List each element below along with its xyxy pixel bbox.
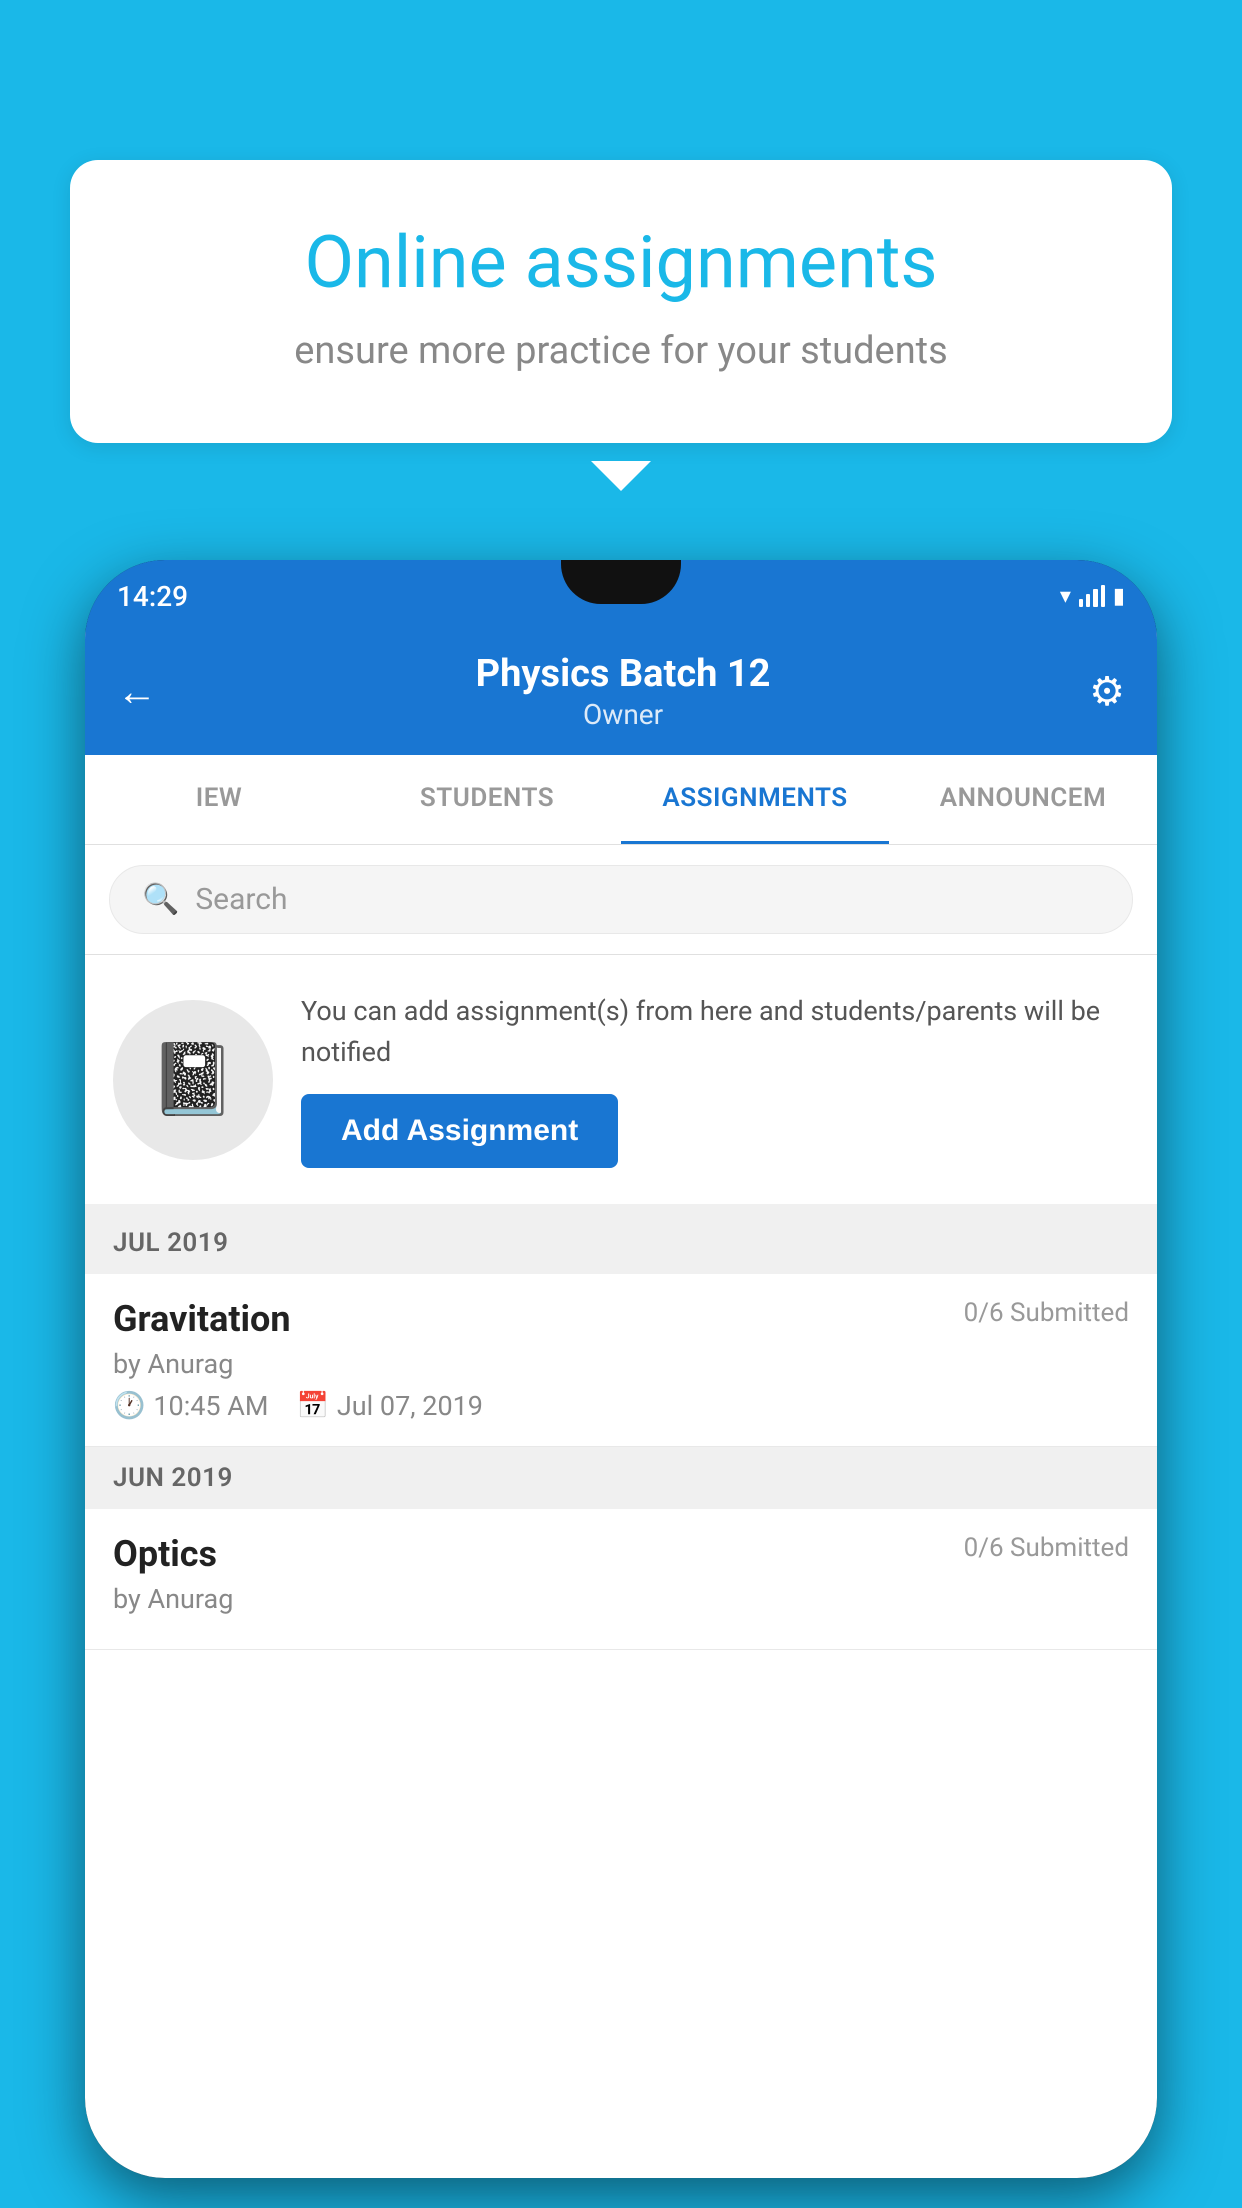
search-icon: 🔍 [142, 882, 179, 917]
assignment-item-gravitation[interactable]: Gravitation 0/6 Submitted by Anurag 🕐 10… [85, 1274, 1157, 1447]
gear-icon[interactable]: ⚙ [1089, 668, 1125, 715]
assignment-top-row-optics: Optics 0/6 Submitted [113, 1533, 1129, 1575]
speech-bubble: Online assignments ensure more practice … [70, 160, 1172, 443]
assignment-meta-gravitation: 🕐 10:45 AM 📅 Jul 07, 2019 [113, 1390, 1129, 1422]
promo-icon-circle: 📓 [113, 1000, 273, 1160]
app-header: ← Physics Batch 12 Owner ⚙ [85, 632, 1157, 755]
calendar-icon: 📅 [297, 1391, 329, 1421]
assignment-icon: 📓 [149, 1039, 236, 1121]
wifi-icon: ▾ [1060, 584, 1071, 609]
date-value-gravitation: Jul 07, 2019 [337, 1390, 483, 1422]
time-value-gravitation: 10:45 AM [153, 1390, 268, 1422]
clock-icon: 🕐 [113, 1391, 145, 1421]
tabs-container: IEW STUDENTS ASSIGNMENTS ANNOUNCEM [85, 755, 1157, 845]
status-bar: 14:29 ▾ ▮ [85, 560, 1157, 632]
assignment-author-optics: by Anurag [113, 1583, 1129, 1615]
tab-assignments[interactable]: ASSIGNMENTS [621, 755, 889, 844]
assignment-time-gravitation: 🕐 10:45 AM [113, 1390, 269, 1422]
assignment-title-optics: Optics [113, 1533, 217, 1575]
tab-iew[interactable]: IEW [85, 755, 353, 844]
speech-bubble-container: Online assignments ensure more practice … [70, 160, 1172, 443]
promo-section: 📓 You can add assignment(s) from here an… [85, 955, 1157, 1212]
phone-screen: ← Physics Batch 12 Owner ⚙ IEW STUDENTS … [85, 632, 1157, 2178]
status-time: 14:29 [117, 580, 188, 613]
assignment-author-gravitation: by Anurag [113, 1348, 1129, 1380]
assignment-submitted-gravitation: 0/6 Submitted [964, 1298, 1129, 1328]
assignment-date-gravitation: 📅 Jul 07, 2019 [297, 1390, 483, 1422]
battery-icon: ▮ [1113, 584, 1125, 609]
phone-frame: 14:29 ▾ ▮ ← Physics Batch 12 Owner ⚙ [85, 560, 1157, 2178]
back-button[interactable]: ← [117, 668, 157, 715]
signal-icon [1079, 585, 1105, 607]
assignment-submitted-optics: 0/6 Submitted [964, 1533, 1129, 1563]
header-subtitle: Owner [476, 698, 771, 731]
status-icons: ▾ ▮ [1060, 584, 1125, 609]
search-bar[interactable]: 🔍 Search [109, 865, 1133, 934]
assignment-title-gravitation: Gravitation [113, 1298, 291, 1340]
phone-notch [561, 560, 681, 604]
tab-students[interactable]: STUDENTS [353, 755, 621, 844]
tab-announcements[interactable]: ANNOUNCEM [889, 755, 1157, 844]
assignment-top-row: Gravitation 0/6 Submitted [113, 1298, 1129, 1340]
add-assignment-button[interactable]: Add Assignment [301, 1094, 618, 1168]
header-center: Physics Batch 12 Owner [476, 652, 771, 731]
assignment-item-optics[interactable]: Optics 0/6 Submitted by Anurag [85, 1509, 1157, 1650]
month-header-jul: JUL 2019 [85, 1212, 1157, 1274]
promo-text-area: You can add assignment(s) from here and … [301, 991, 1129, 1168]
month-header-jun: JUN 2019 [85, 1447, 1157, 1509]
search-placeholder: Search [195, 882, 287, 917]
speech-bubble-title: Online assignments [150, 220, 1092, 305]
promo-description: You can add assignment(s) from here and … [301, 991, 1129, 1072]
search-bar-container: 🔍 Search [85, 845, 1157, 955]
header-title: Physics Batch 12 [476, 652, 771, 696]
speech-bubble-subtitle: ensure more practice for your students [150, 329, 1092, 373]
